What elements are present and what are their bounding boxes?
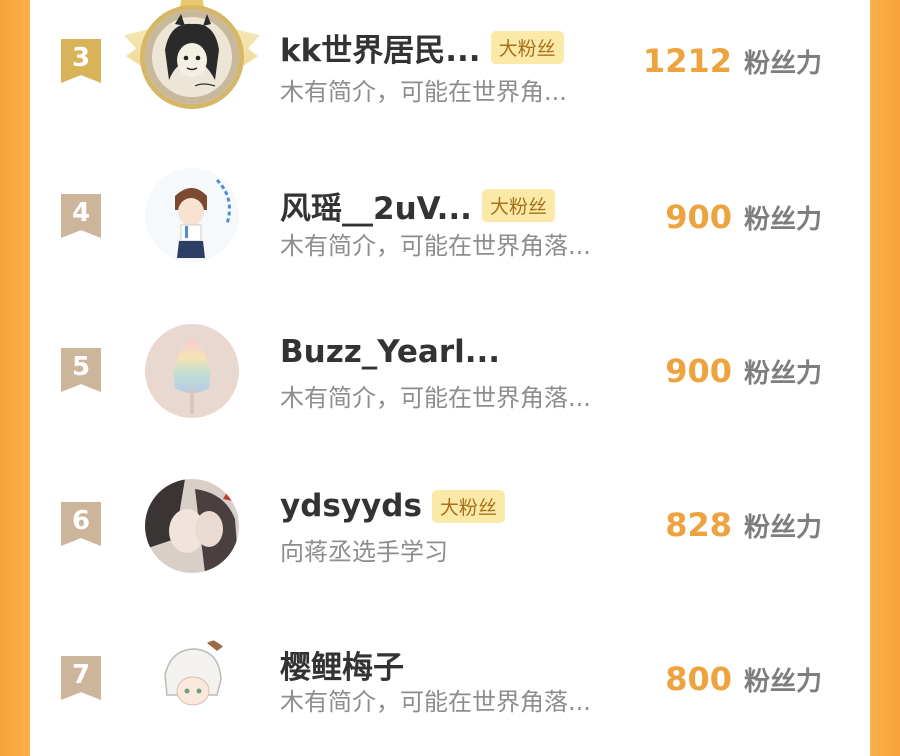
- fan-power-score: 828 粉丝力: [665, 506, 822, 544]
- user-name[interactable]: kk世界居民...: [280, 25, 481, 70]
- user-name[interactable]: Buzz_Yearl...: [280, 334, 500, 370]
- user-name[interactable]: 樱鲤梅子: [280, 642, 404, 687]
- rank-badge: 4: [61, 194, 101, 238]
- user-name-line: Buzz_Yearl...: [280, 334, 500, 370]
- fan-power-value: 1212: [642, 42, 732, 80]
- user-bio: 木有简介，可能在世界角落...: [280, 384, 591, 412]
- user-bio: 向蒋丞选手学习: [280, 538, 448, 566]
- fan-power-unit: 粉丝力: [743, 667, 822, 697]
- leaderboard-panel: 3 kk世界居民... 大粉丝 木有简介，可能在世界角... 1212 粉丝力 …: [30, 0, 870, 729]
- avatar-image: [145, 479, 239, 573]
- fan-power-value: 900: [665, 198, 732, 236]
- fan-level-badge: 大粉丝: [490, 31, 564, 64]
- rank-badge: 6: [61, 502, 101, 546]
- fan-power-value: 900: [665, 352, 732, 390]
- fan-power-unit: 粉丝力: [743, 513, 822, 543]
- fan-power-unit: 粉丝力: [743, 49, 822, 79]
- avatar[interactable]: [142, 632, 242, 732]
- user-bio: 木有简介，可能在世界角落...: [280, 688, 591, 716]
- fan-power-score: 900 粉丝力: [665, 198, 822, 236]
- user-bio: 木有简介，可能在世界角...: [280, 78, 567, 106]
- avatar[interactable]: [142, 321, 242, 421]
- leaderboard-row[interactable]: 3 kk世界居民... 大粉丝 木有简介，可能在世界角... 1212 粉丝力: [30, 0, 870, 140]
- fan-power-score: 800 粉丝力: [665, 660, 822, 698]
- avatar-image: [145, 324, 239, 418]
- user-bio: 木有简介，可能在世界角落...: [280, 232, 591, 260]
- avatar-image: [145, 10, 239, 104]
- avatar[interactable]: [142, 165, 242, 265]
- fan-power-value: 828: [665, 506, 732, 544]
- rank-badge: 5: [61, 348, 101, 392]
- leaderboard-row[interactable]: 5 Buzz_Yearl... 木有简介，可能在世界角落... 900 粉丝力: [30, 298, 870, 448]
- fan-power-unit: 粉丝力: [743, 205, 822, 235]
- rank-badge: 3: [61, 39, 101, 83]
- fan-level-badge: 大粉丝: [431, 489, 505, 523]
- fan-power-unit: 粉丝力: [743, 359, 822, 389]
- crown-icon: [180, 0, 204, 7]
- user-name[interactable]: ydsyyds: [280, 488, 422, 524]
- fan-power-value: 800: [665, 660, 732, 698]
- leaderboard-row[interactable]: 6 ydsyyds 大粉丝 向蒋丞选手学习 828 粉丝力: [30, 452, 870, 602]
- avatar-image: [145, 635, 239, 729]
- avatar[interactable]: [124, 0, 260, 107]
- leaderboard-row[interactable]: 4 风瑶__2uV... 大粉丝 木有简介，可能在世界角落... 900 粉丝力: [30, 144, 870, 294]
- user-name-line: 风瑶__2uV... 大粉丝: [280, 183, 555, 228]
- avatar[interactable]: [142, 476, 242, 576]
- fan-power-score: 900 粉丝力: [665, 352, 822, 390]
- leaderboard-row[interactable]: 7 樱鲤梅子 木有简介，可能在世界角落... 800 粉丝力: [30, 606, 870, 756]
- fan-level-badge: 大粉丝: [481, 189, 555, 222]
- user-name[interactable]: 风瑶__2uV...: [280, 183, 472, 228]
- fan-power-score: 1212 粉丝力: [643, 42, 822, 80]
- user-name-line: ydsyyds 大粉丝: [280, 488, 505, 524]
- rank-badge: 7: [61, 656, 101, 700]
- user-name-line: 樱鲤梅子: [280, 642, 404, 687]
- user-name-line: kk世界居民... 大粉丝: [280, 25, 564, 70]
- avatar-image: [145, 168, 239, 262]
